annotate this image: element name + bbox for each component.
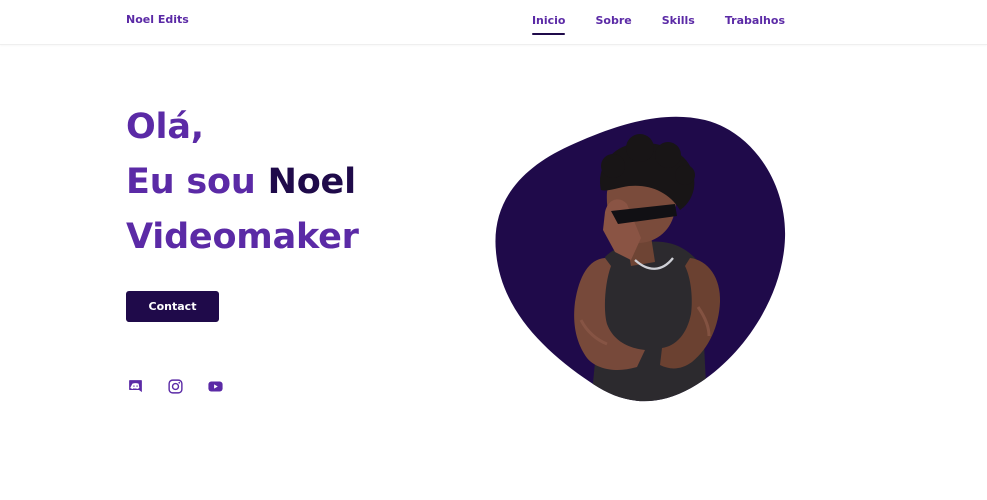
hero-title: Olá, Eu sou Noel Videomaker bbox=[126, 100, 359, 265]
main-nav: Inicio Sobre Skills Trabalhos bbox=[531, 13, 785, 35]
site-header: Noel Edits Inicio Sobre Skills Trabalhos bbox=[0, 0, 987, 45]
hero-intro: Eu sou bbox=[126, 162, 256, 202]
youtube-icon bbox=[207, 378, 224, 395]
discord-link[interactable] bbox=[126, 377, 144, 395]
hero-name: Noel bbox=[267, 162, 356, 202]
discord-icon bbox=[127, 378, 144, 395]
nav-link-skills[interactable]: Skills bbox=[662, 13, 695, 28]
hero-portrait-illustration bbox=[495, 116, 786, 402]
contact-button[interactable]: Contact bbox=[126, 291, 219, 322]
nav-link-sobre[interactable]: Sobre bbox=[595, 13, 631, 28]
hero-greeting: Olá, bbox=[126, 107, 204, 147]
hero-role: Videomaker bbox=[126, 217, 359, 257]
youtube-link[interactable] bbox=[206, 377, 224, 395]
social-links bbox=[126, 377, 224, 395]
instagram-icon bbox=[167, 378, 184, 395]
hero-intro-line: Eu sou Noel bbox=[126, 155, 359, 210]
brand-logo-link[interactable]: Noel Edits bbox=[126, 13, 189, 26]
nav-link-inicio[interactable]: Inicio bbox=[531, 13, 565, 35]
nav-link-trabalhos[interactable]: Trabalhos bbox=[725, 13, 785, 28]
instagram-link[interactable] bbox=[166, 377, 184, 395]
hero-portrait bbox=[495, 112, 787, 404]
